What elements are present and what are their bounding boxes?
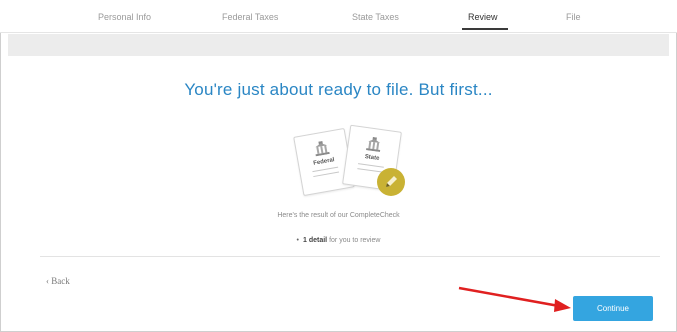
sub-header-bar: [8, 34, 669, 56]
pencil-icon: [386, 176, 397, 187]
footer-divider: [40, 256, 660, 257]
continue-button[interactable]: Continue: [573, 296, 653, 321]
form-line: [313, 171, 340, 178]
page-heading: You're just about ready to file. But fir…: [184, 80, 493, 99]
bullet-icon: •: [296, 237, 299, 244]
step-state-taxes[interactable]: State Taxes: [352, 12, 399, 22]
form-line: [358, 163, 384, 168]
capitol-building-icon: [315, 140, 330, 157]
step-personal-info[interactable]: Personal Info: [98, 12, 151, 22]
step-review[interactable]: Review: [468, 12, 498, 22]
pencil-badge-icon: [377, 168, 405, 196]
step-navigation: Personal Info Federal Taxes State Taxes …: [0, 0, 677, 33]
state-building-icon: [366, 136, 381, 153]
step-federal-taxes[interactable]: Federal Taxes: [222, 12, 278, 22]
completecheck-result-text: Here's the result of our CompleteCheck: [277, 212, 400, 219]
step-file[interactable]: File: [566, 12, 581, 22]
active-step-indicator: [462, 28, 508, 30]
state-label: State: [364, 154, 380, 162]
red-arrow-annotation: [458, 286, 571, 312]
forms-illustration: Federal State: [282, 122, 412, 202]
review-detail-line: • 1 detail for you to review: [0, 237, 677, 244]
detail-count[interactable]: 1 detail: [303, 237, 327, 244]
detail-rest-text: for you to review: [329, 237, 381, 244]
back-link[interactable]: ‹ Back: [46, 276, 70, 286]
federal-label: Federal: [312, 157, 336, 167]
